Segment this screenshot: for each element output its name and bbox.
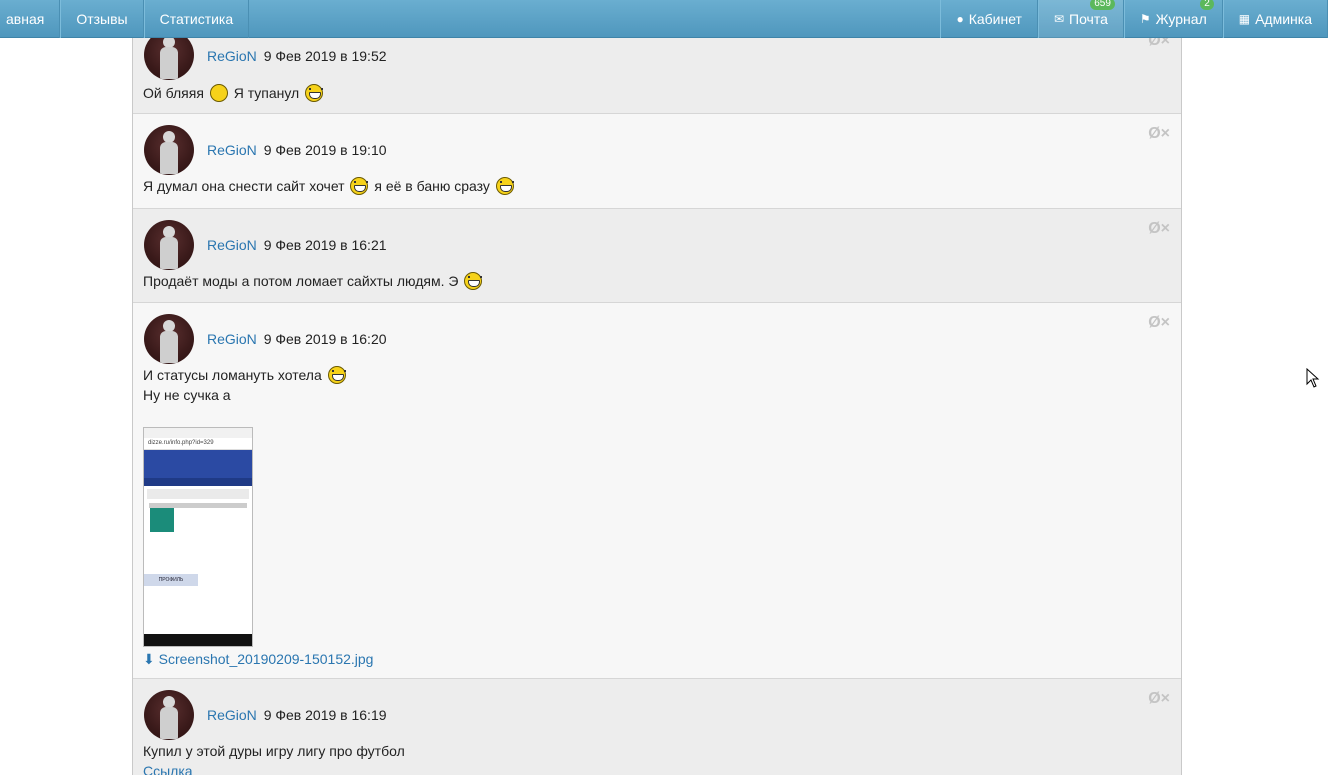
- nav-right: ● Кабинет ✉ Почта 659 ⚑ Журнал 2 ▦ Админ…: [940, 0, 1328, 38]
- thumbnail-url: dizze.ru/info.php?id=329: [144, 438, 252, 450]
- post-meta: ReGioN 9 Фев 2019 в 16:20: [207, 331, 387, 347]
- post-actions: Ø×: [1148, 125, 1170, 143]
- mouse-cursor-icon: [1306, 368, 1320, 388]
- avatar[interactable]: [144, 690, 194, 740]
- nav-left: авная Отзывы Статистика: [0, 0, 250, 38]
- post-meta: ReGioN 9 Фев 2019 в 16:21: [207, 237, 387, 253]
- post-actions: Ø×: [1148, 38, 1170, 50]
- grid-icon: ▦: [1238, 12, 1251, 26]
- nav-mail[interactable]: ✉ Почта 659: [1037, 0, 1124, 38]
- post-text: Продаёт моды а потом ломает сайхты людям…: [143, 271, 484, 291]
- smiley-icon: [209, 84, 228, 102]
- grin-smiley-icon: [495, 177, 514, 195]
- envelope-icon: ✉: [1053, 12, 1064, 26]
- avatar[interactable]: [144, 38, 194, 80]
- author-link[interactable]: ReGioN: [207, 707, 257, 723]
- block-icon[interactable]: Ø: [1148, 220, 1160, 237]
- post-text: Я думал она снести сайт хочет я её в бан…: [143, 176, 516, 196]
- author-link[interactable]: ReGioN: [207, 48, 257, 64]
- delete-icon[interactable]: ×: [1161, 220, 1170, 237]
- author-link[interactable]: ReGioN: [207, 142, 257, 158]
- post-text: Купил у этой дуры игру лигу про футбол С…: [143, 741, 405, 775]
- avatar[interactable]: [144, 314, 194, 364]
- post-link[interactable]: Ссылка: [143, 761, 405, 775]
- nav-statistics[interactable]: Статистика: [143, 0, 250, 38]
- grin-smiley-icon: [305, 84, 324, 102]
- nav-home[interactable]: авная: [0, 0, 61, 38]
- top-navbar: авная Отзывы Статистика ● Кабинет ✉ Почт…: [0, 0, 1328, 38]
- post-item: ReGioN 9 Фев 2019 в 16:19 Ø× Купил у это…: [133, 679, 1181, 775]
- guestbook-column: ReGioN 9 Фев 2019 в 19:52 Ø× Ой бляяя Я …: [132, 38, 1182, 775]
- author-link[interactable]: ReGioN: [207, 237, 257, 253]
- nav-cabinet[interactable]: ● Кабинет: [940, 0, 1038, 38]
- author-link[interactable]: ReGioN: [207, 331, 257, 347]
- block-icon[interactable]: Ø: [1148, 690, 1160, 707]
- grin-smiley-icon: [464, 272, 483, 290]
- user-icon: ●: [956, 12, 964, 26]
- post-text: И статусы ломануть хотела Ну не сучка а: [143, 365, 348, 405]
- delete-icon[interactable]: ×: [1161, 314, 1170, 331]
- nav-journal[interactable]: ⚑ Журнал 2: [1123, 0, 1223, 38]
- post-date: 9 Фев 2019 в 19:10: [263, 142, 387, 158]
- attachment-thumbnail[interactable]: dizze.ru/info.php?id=329 ПРОФИЛЬ: [143, 427, 253, 647]
- post-meta: ReGioN 9 Фев 2019 в 19:52: [207, 48, 387, 64]
- post-date: 9 Фев 2019 в 16:19: [263, 707, 387, 723]
- mail-count-badge: 659: [1090, 0, 1115, 10]
- post-actions: Ø×: [1148, 314, 1170, 332]
- grin-smiley-icon: [350, 177, 369, 195]
- nav-admin[interactable]: ▦ Админка: [1222, 0, 1328, 38]
- avatar[interactable]: [144, 125, 194, 175]
- post-text: Ой бляяя Я тупанул: [143, 83, 325, 103]
- post-meta: ReGioN 9 Фев 2019 в 19:10: [207, 142, 387, 158]
- block-icon[interactable]: Ø: [1148, 314, 1160, 331]
- post-item: ReGioN 9 Фев 2019 в 19:52 Ø× Ой бляяя Я …: [133, 38, 1181, 114]
- post-meta: ReGioN 9 Фев 2019 в 16:19: [207, 707, 387, 723]
- avatar[interactable]: [144, 220, 194, 270]
- delete-icon[interactable]: ×: [1161, 690, 1170, 707]
- delete-icon[interactable]: ×: [1161, 38, 1170, 49]
- attachment-filename[interactable]: Screenshot_20190209-150152.jpg: [159, 651, 374, 667]
- grin-smiley-icon: [327, 366, 346, 384]
- block-icon[interactable]: Ø: [1148, 125, 1160, 142]
- post-actions: Ø×: [1148, 220, 1170, 238]
- post-item: ReGioN 9 Фев 2019 в 16:21 Ø× Продаёт мод…: [133, 209, 1181, 303]
- post-item: ReGioN 9 Фев 2019 в 19:10 Ø× Я думал она…: [133, 114, 1181, 209]
- post-actions: Ø×: [1148, 690, 1170, 708]
- post-date: 9 Фев 2019 в 16:21: [263, 237, 387, 253]
- post-item: ReGioN 9 Фев 2019 в 16:20 Ø× И статусы л…: [133, 303, 1181, 679]
- post-date: 9 Фев 2019 в 19:52: [263, 48, 387, 64]
- block-icon[interactable]: Ø: [1148, 38, 1160, 49]
- bell-icon: ⚑: [1139, 12, 1151, 26]
- nav-reviews[interactable]: Отзывы: [60, 0, 144, 38]
- attachment-link[interactable]: ⬇ Screenshot_20190209-150152.jpg: [143, 649, 373, 669]
- post-date: 9 Фев 2019 в 16:20: [263, 331, 387, 347]
- journal-count-badge: 2: [1200, 0, 1214, 10]
- delete-icon[interactable]: ×: [1161, 125, 1170, 142]
- download-icon: ⬇: [143, 651, 155, 667]
